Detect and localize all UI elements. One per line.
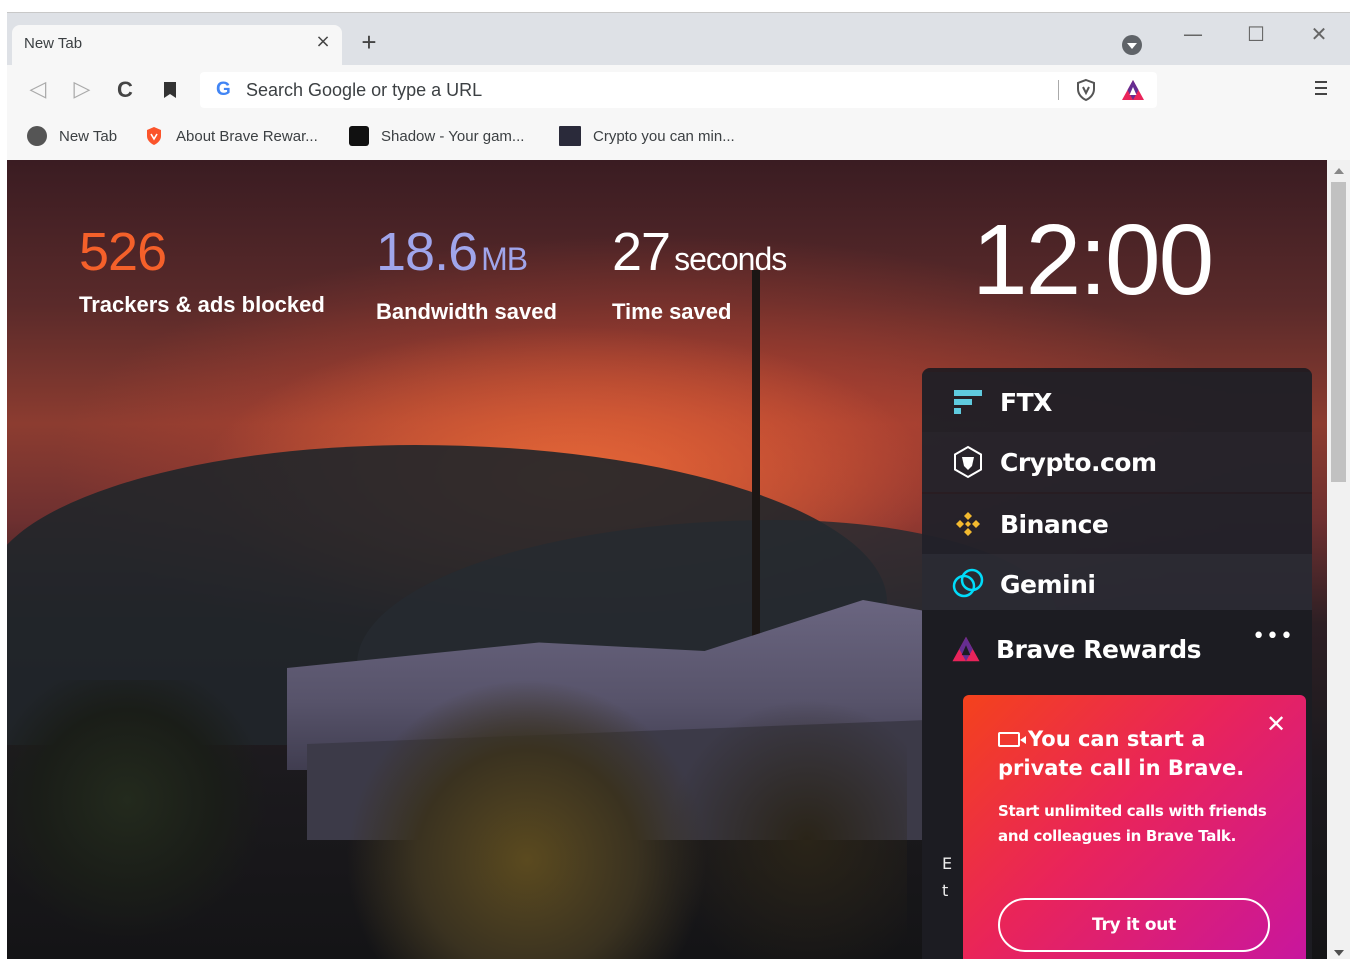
more-options-icon[interactable]: ••• [1252,626,1294,648]
bookmark-label: Crypto you can min... [593,127,735,145]
widget-binance[interactable]: Binance [922,494,1312,554]
omnibox-input[interactable] [246,79,1046,101]
rewards-body-line-2: t [942,881,949,900]
widget-ftx-label: FTX [1000,387,1052,417]
video-camera-icon [998,732,1026,747]
stat-time-value: 27 [612,222,671,282]
stat-time: 27 seconds Time saved [612,222,787,325]
widget-crypto-com[interactable]: Crypto.com [922,432,1312,492]
brave-talk-promo: ✕ You can start a private call in Brave.… [963,695,1306,959]
tab-close-icon[interactable]: × [312,31,334,53]
widget-gemini-label: Gemini [1000,569,1096,599]
stat-bandwidth-label: Bandwidth saved [376,299,557,324]
rewards-body-line-1: E [942,854,953,873]
omnibox[interactable]: G [200,72,1157,108]
stat-bandwidth-value: 18.6 [376,222,478,282]
globe-icon [27,126,47,146]
binance-icon [956,512,980,536]
bookmarks-bar: New Tab About Brave Rewar... Shadow - Yo… [7,114,1350,160]
main-menu-button[interactable] [1310,77,1332,101]
back-button[interactable]: ◁ [25,77,51,103]
bnc-icon [559,126,581,146]
new-tab-page: 526 Trackers & ads blocked 18.6 MB Bandwi… [7,160,1327,959]
stat-trackers: 526 Trackers & ads blocked [79,222,325,318]
stat-bandwidth: 18.6 MB Bandwidth saved [376,222,557,325]
promo-title: You can start a private call in Brave. [998,725,1268,783]
stat-trackers-label: Trackers & ads blocked [79,292,325,317]
brave-rewards-header: Brave Rewards [950,634,1202,664]
forward-button[interactable]: ▷ [69,77,95,103]
tab-strip: New Tab × + — ☐ ✕ [7,13,1350,65]
ftx-icon [954,390,982,414]
tab-title: New Tab [24,35,83,52]
tab-new-tab[interactable]: New Tab × [12,25,342,65]
bookmark-label: Shadow - Your gam... [381,127,525,145]
reload-button[interactable]: C [112,77,138,103]
bookmark-label: New Tab [59,127,118,145]
clock: 12:00 [972,204,1214,316]
profile-dropdown-icon[interactable] [1122,35,1142,55]
brave-rewards-logo-icon [952,636,980,662]
scrollbar-thumb[interactable] [1331,182,1346,482]
google-g-icon: G [216,79,231,100]
window-close-button[interactable]: ✕ [1299,21,1339,47]
try-it-out-button[interactable]: Try it out [998,898,1270,952]
widget-crypto-com-label: Crypto.com [1000,447,1157,477]
widget-binance-label: Binance [1000,509,1109,539]
bookmark-crypto-you-can-mine[interactable]: Crypto you can min... [559,124,735,148]
stat-time-label: Time saved [612,299,732,324]
scroll-down-arrow-icon[interactable] [1334,950,1344,956]
minimize-button[interactable]: — [1173,21,1213,47]
page-scrollbar[interactable] [1327,160,1350,959]
browser-window: New Tab × + — ☐ ✕ ◁ ▷ C G Search Google … [7,12,1350,959]
promo-description: Start unlimited calls with friends and c… [998,802,1267,845]
stat-bandwidth-unit: MB [481,241,528,277]
new-tab-button[interactable]: + [355,29,383,57]
widget-gemini[interactable]: Gemini [922,554,1312,614]
brave-shields-icon[interactable] [1074,78,1098,102]
gemini-icon [952,568,984,598]
stat-trackers-value: 526 [79,222,167,282]
brave-lion-icon [147,127,161,145]
promo-title-text: You can start a private call in Brave. [998,727,1245,780]
bookmark-shadow[interactable]: Shadow - Your gam... [349,124,524,148]
brave-rewards-icon[interactable] [1120,78,1146,102]
background-foliage [7,680,907,959]
bookmark-about-brave-rewards[interactable]: About Brave Rewar... [144,124,318,148]
bookmark-icon [164,82,176,98]
stat-time-unit: seconds [674,241,787,277]
widget-ftx[interactable]: FTX [922,372,1312,432]
bookmark-new-tab[interactable]: New Tab [27,124,117,148]
shadow-icon [349,126,369,146]
bookmark-label: About Brave Rewar... [176,127,318,145]
crypto-com-icon [954,445,982,479]
scroll-up-arrow-icon[interactable] [1334,168,1344,174]
toolbar: ◁ ▷ C G [7,65,1350,114]
maximize-button[interactable]: ☐ [1236,21,1276,47]
bookmark-button[interactable] [157,77,183,103]
omnibox-divider [1058,80,1059,100]
brave-rewards-title: Brave Rewards [996,634,1202,664]
